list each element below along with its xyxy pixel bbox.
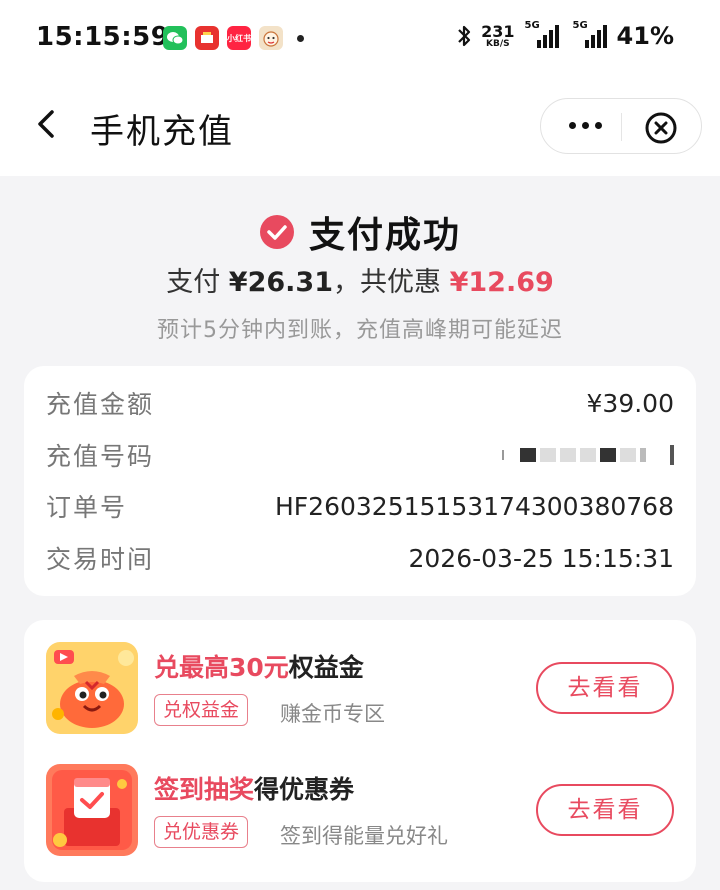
go-see-button[interactable]: 去看看: [536, 784, 674, 836]
capsule-divider: [621, 113, 622, 141]
promotions-card: 兑最高30元权益金 兑权益金 赚金币专区 去看看 签到抽奖得优惠券 兑优惠券 签…: [24, 620, 696, 882]
navigation-bar: 手机充值: [0, 78, 720, 176]
xiaohongshu-icon: 小红书: [227, 26, 251, 50]
battery-level: 41%: [616, 22, 674, 50]
miniapp-capsule: [540, 98, 702, 154]
promo-subtitle: 赚金币专区: [280, 702, 385, 726]
status-time: 15:15:59: [36, 22, 170, 52]
checkin-calendar-icon: [46, 764, 138, 856]
promo-item: 兑最高30元权益金 兑权益金 赚金币专区 去看看: [46, 642, 674, 738]
promo-item: 签到抽奖得优惠券 兑优惠券 签到得能量兑好礼 去看看: [46, 764, 674, 860]
more-button[interactable]: [569, 115, 609, 135]
masked-phone-number: [502, 445, 674, 465]
lucky-bag-icon: [46, 642, 138, 734]
arrival-note: 预计5分钟内到账，充值高峰期可能延迟: [157, 318, 563, 343]
notification-icons: 小红书: [163, 26, 304, 50]
promo-tag: 兑权益金: [154, 694, 249, 726]
success-check-icon: [259, 215, 294, 249]
cartoon-app-icon: [259, 26, 283, 50]
success-header: 支付成功: [0, 206, 720, 258]
net-speed: 231 KB/S: [481, 21, 515, 49]
close-icon: [645, 112, 677, 144]
more-notifications-dot: [297, 34, 304, 42]
app-red-icon: [195, 26, 219, 50]
detail-row-time: 交易时间 2026-03-25 15:15:31: [46, 543, 674, 575]
detail-row-amount: 充值金额 ¥39.00: [46, 388, 674, 420]
bluetooth-icon: [458, 25, 471, 47]
promo-title: 兑最高30元权益金: [154, 653, 364, 682]
discount-amount: ¥12.69: [449, 267, 554, 298]
paid-amount: ¥26.31: [228, 267, 333, 298]
promo-tag: 兑优惠券: [154, 816, 249, 848]
detail-row-phone: 充值号码: [46, 435, 674, 475]
order-details-card: 充值金额 ¥39.00 充值号码 订单号 HF26032515153174300…: [24, 366, 696, 596]
signal-icon-2: 5G: [569, 20, 607, 48]
close-button[interactable]: [644, 111, 678, 145]
detail-row-order-no: 订单号 HF26032515153174300380768: [46, 491, 674, 523]
signal-icon-1: 5G: [525, 20, 559, 48]
status-bar: 15:15:59 小红书 231 KB/S 5G 5G 41%: [0, 0, 720, 78]
payment-summary: 支付 ¥26.31，共优惠 ¥12.69: [166, 267, 554, 298]
status-right: 231 KB/S 5G 5G 41%: [457, 20, 674, 50]
success-title: 支付成功: [308, 215, 461, 256]
chevron-left-icon: [38, 110, 54, 138]
promo-title: 签到抽奖得优惠券: [154, 775, 355, 804]
promo-subtitle: 签到得能量兑好礼: [280, 824, 448, 848]
back-button[interactable]: [28, 104, 68, 144]
page-title: 手机充值: [90, 112, 234, 152]
wechat-icon: [163, 26, 187, 50]
go-see-button[interactable]: 去看看: [536, 662, 674, 714]
